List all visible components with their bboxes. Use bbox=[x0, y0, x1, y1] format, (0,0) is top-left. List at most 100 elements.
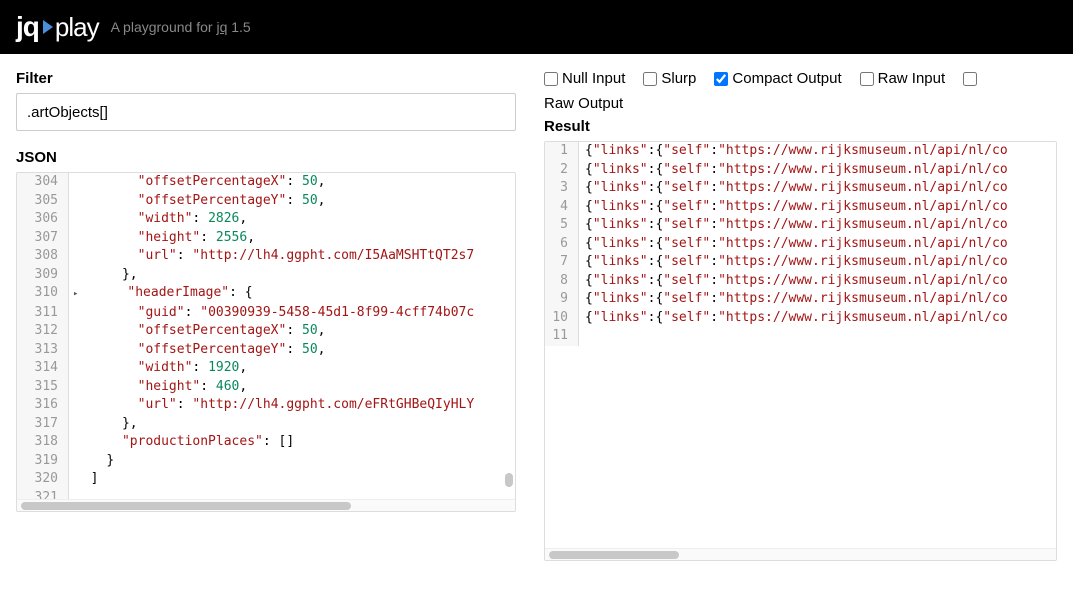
line-number: 307 bbox=[17, 229, 69, 248]
right-panel: Null Input Slurp Compact Output Raw Input R… bbox=[544, 70, 1057, 561]
option-label: Null Input bbox=[562, 70, 625, 87]
line-number: 4 bbox=[545, 198, 579, 217]
code-content: {"links":{"self":"https://www.rijksmuseu… bbox=[579, 161, 1008, 180]
code-content: "url": "http://lh4.ggpht.com/I5AaMSHTtQT… bbox=[69, 247, 474, 266]
code-content: {"links":{"self":"https://www.rijksmuseu… bbox=[579, 142, 1008, 161]
result-editor[interactable]: 1{"links":{"self":"https://www.rijksmuse… bbox=[544, 141, 1057, 561]
code-content: "height": 2556, bbox=[69, 229, 255, 248]
json-editor[interactable]: 304 "offsetPercentageX": 50,305 "offsetP… bbox=[16, 172, 516, 512]
code-line[interactable]: 315 "height": 460, bbox=[17, 378, 515, 397]
logo[interactable]: jq play bbox=[16, 11, 99, 43]
code-line[interactable]: 6{"links":{"self":"https://www.rijksmuse… bbox=[545, 235, 1056, 254]
line-number: 316 bbox=[17, 396, 69, 415]
line-number: 308 bbox=[17, 247, 69, 266]
code-line[interactable]: 314 "width": 1920, bbox=[17, 359, 515, 378]
code-line[interactable]: 10{"links":{"self":"https://www.rijksmus… bbox=[545, 309, 1056, 328]
code-line[interactable]: 11 bbox=[545, 327, 1056, 346]
line-number: 7 bbox=[545, 253, 579, 272]
code-line[interactable]: 7{"links":{"self":"https://www.rijksmuse… bbox=[545, 253, 1056, 272]
line-number: 320 bbox=[17, 470, 69, 489]
code-content: }, bbox=[69, 266, 138, 285]
code-line[interactable]: 5{"links":{"self":"https://www.rijksmuse… bbox=[545, 216, 1056, 235]
code-content: {"links":{"self":"https://www.rijksmuseu… bbox=[579, 253, 1008, 272]
horizontal-scrollbar-track[interactable] bbox=[17, 499, 515, 511]
tagline-suffix: 1.5 bbox=[227, 19, 250, 35]
line-number: 5 bbox=[545, 216, 579, 235]
horizontal-scrollbar[interactable] bbox=[21, 502, 351, 510]
line-number: 10 bbox=[545, 309, 579, 328]
code-line[interactable]: 310▸ "headerImage": { bbox=[17, 284, 515, 304]
option-checkbox[interactable] bbox=[963, 72, 977, 86]
code-line[interactable]: 312 "offsetPercentageX": 50, bbox=[17, 322, 515, 341]
left-panel: Filter JSON 304 "offsetPercentageX": 50,… bbox=[16, 70, 516, 561]
line-number: 306 bbox=[17, 210, 69, 229]
horizontal-scrollbar-track[interactable] bbox=[545, 548, 1056, 560]
code-line[interactable]: 306 "width": 2826, bbox=[17, 210, 515, 229]
code-content: {"links":{"self":"https://www.rijksmuseu… bbox=[579, 179, 1008, 198]
line-number: 314 bbox=[17, 359, 69, 378]
option-checkbox[interactable] bbox=[544, 72, 558, 86]
code-line[interactable]: 4{"links":{"self":"https://www.rijksmuse… bbox=[545, 198, 1056, 217]
play-icon bbox=[43, 20, 53, 34]
code-content: } bbox=[69, 452, 114, 471]
code-line[interactable]: 311 "guid": "00390939-5458-45d1-8f99-4cf… bbox=[17, 304, 515, 323]
code-line[interactable]: 316 "url": "http://lh4.ggpht.com/eFRtGHB… bbox=[17, 396, 515, 415]
filter-label: Filter bbox=[16, 70, 516, 87]
line-number: 315 bbox=[17, 378, 69, 397]
code-line[interactable]: 318 "productionPlaces": [] bbox=[17, 433, 515, 452]
code-content: {"links":{"self":"https://www.rijksmuseu… bbox=[579, 216, 1008, 235]
line-number: 9 bbox=[545, 290, 579, 309]
code-line[interactable]: 319 } bbox=[17, 452, 515, 471]
code-line[interactable]: 1{"links":{"self":"https://www.rijksmuse… bbox=[545, 142, 1056, 161]
code-content: {"links":{"self":"https://www.rijksmuseu… bbox=[579, 309, 1008, 328]
code-line[interactable]: 309 }, bbox=[17, 266, 515, 285]
option-compact-output[interactable]: Compact Output bbox=[714, 70, 841, 87]
options-row: Null Input Slurp Compact Output Raw Input bbox=[544, 70, 1057, 87]
code-content: ▸ "headerImage": { bbox=[69, 284, 253, 304]
option-checkbox[interactable] bbox=[714, 72, 728, 86]
code-content: {"links":{"self":"https://www.rijksmuseu… bbox=[579, 290, 1008, 309]
code-line[interactable]: 321 bbox=[17, 489, 515, 500]
jq-link[interactable]: jq bbox=[216, 19, 227, 35]
line-number: 305 bbox=[17, 192, 69, 211]
option-checkbox[interactable] bbox=[643, 72, 657, 86]
option-raw-input[interactable]: Raw Input bbox=[860, 70, 946, 87]
code-content bbox=[69, 489, 75, 500]
line-number: 312 bbox=[17, 322, 69, 341]
code-line[interactable]: 320 ] bbox=[17, 470, 515, 489]
filter-input[interactable] bbox=[16, 93, 516, 131]
line-number: 318 bbox=[17, 433, 69, 452]
code-line[interactable]: 305 "offsetPercentageY": 50, bbox=[17, 192, 515, 211]
code-content: {"links":{"self":"https://www.rijksmuseu… bbox=[579, 235, 1008, 254]
code-line[interactable]: 317 }, bbox=[17, 415, 515, 434]
line-number: 304 bbox=[17, 173, 69, 192]
line-number: 6 bbox=[545, 235, 579, 254]
code-content: {"links":{"self":"https://www.rijksmuseu… bbox=[579, 272, 1008, 291]
code-content: "offsetPercentageY": 50, bbox=[69, 341, 325, 360]
json-label: JSON bbox=[16, 149, 516, 166]
main-area: Filter JSON 304 "offsetPercentageX": 50,… bbox=[0, 54, 1073, 577]
code-line[interactable]: 304 "offsetPercentageX": 50, bbox=[17, 173, 515, 192]
code-line[interactable]: 308 "url": "http://lh4.ggpht.com/I5AaMSH… bbox=[17, 247, 515, 266]
code-line[interactable]: 8{"links":{"self":"https://www.rijksmuse… bbox=[545, 272, 1056, 291]
line-number: 1 bbox=[545, 142, 579, 161]
horizontal-scrollbar[interactable] bbox=[549, 551, 679, 559]
code-content: "width": 2826, bbox=[69, 210, 247, 229]
code-line[interactable]: 313 "offsetPercentageY": 50, bbox=[17, 341, 515, 360]
line-number: 321 bbox=[17, 489, 69, 500]
vertical-scrollbar[interactable] bbox=[505, 473, 513, 487]
option-null-input[interactable]: Null Input bbox=[544, 70, 625, 87]
code-line[interactable]: 9{"links":{"self":"https://www.rijksmuse… bbox=[545, 290, 1056, 309]
code-line[interactable]: 307 "height": 2556, bbox=[17, 229, 515, 248]
line-number: 319 bbox=[17, 452, 69, 471]
option-extra[interactable] bbox=[963, 72, 977, 86]
option-slurp[interactable]: Slurp bbox=[643, 70, 696, 87]
code-line[interactable]: 3{"links":{"self":"https://www.rijksmuse… bbox=[545, 179, 1056, 198]
tagline: A playground for jq 1.5 bbox=[111, 19, 251, 35]
code-line[interactable]: 2{"links":{"self":"https://www.rijksmuse… bbox=[545, 161, 1056, 180]
option-checkbox[interactable] bbox=[860, 72, 874, 86]
code-content: "guid": "00390939-5458-45d1-8f99-4cff74b… bbox=[69, 304, 474, 323]
option-label: Raw Input bbox=[878, 70, 946, 87]
code-content: }, bbox=[69, 415, 138, 434]
code-content: "productionPlaces": [] bbox=[69, 433, 294, 452]
